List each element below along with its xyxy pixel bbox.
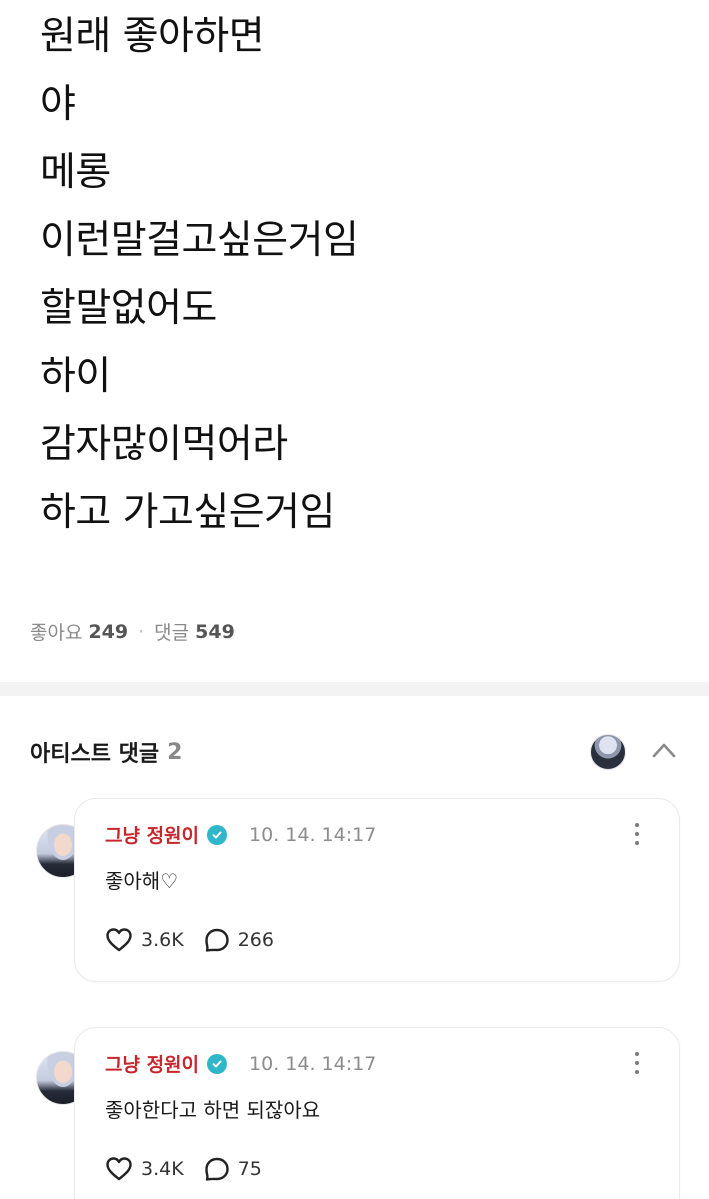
- post-body: 원래 좋아하면 야 메롱 이런말걸고싶은거임 할말없어도 하이 감자많이먹어라 …: [40, 0, 680, 547]
- stats-separator: ·: [138, 620, 145, 643]
- reply-count: 75: [237, 1158, 262, 1180]
- post-line: 하이: [40, 354, 111, 399]
- post-line: 메롱: [40, 150, 111, 195]
- more-vertical-icon[interactable]: [633, 1052, 641, 1078]
- more-vertical-icon[interactable]: [633, 823, 641, 849]
- post-line: 하고 가고싶은거임: [40, 490, 335, 535]
- comment-actions: 3.4K 75: [105, 1156, 282, 1182]
- likes-count[interactable]: 249: [88, 621, 128, 643]
- reply-count: 266: [237, 929, 274, 951]
- comment-text: 좋아해♡: [105, 869, 179, 893]
- comment-header: 그냥 정원이 10. 14. 14:17: [105, 821, 376, 848]
- like-count: 3.6K: [141, 929, 184, 951]
- comment-text: 좋아한다고 하면 되잖아요: [105, 1098, 321, 1122]
- likes-label[interactable]: 좋아요: [30, 618, 82, 645]
- post-line: 야: [40, 82, 76, 127]
- artist-comments-header: 아티스트 댓글 2: [30, 736, 182, 768]
- artist-comments-count: 2: [167, 739, 183, 765]
- comment-bubble-icon: [204, 928, 229, 952]
- section-divider: [0, 682, 709, 696]
- comments-count[interactable]: 549: [195, 621, 235, 643]
- comment-author-name[interactable]: 그냥 정원이: [105, 821, 199, 848]
- chevron-up-icon[interactable]: [650, 738, 678, 762]
- post-line: 원래 좋아하면: [40, 14, 265, 59]
- comment-bubble-icon: [204, 1157, 229, 1181]
- post-line: 할말없어도: [40, 286, 217, 331]
- post-stats: 좋아요 249 · 댓글 549: [30, 618, 235, 645]
- artist-avatar[interactable]: [590, 734, 626, 770]
- heart-icon: [106, 928, 132, 952]
- artist-comment-card: 그냥 정원이 10. 14. 14:17 좋아한다고 하면 되잖아요 3.4K …: [74, 1027, 680, 1199]
- comment-actions: 3.6K 266: [105, 927, 294, 953]
- comments-label[interactable]: 댓글: [154, 618, 189, 645]
- reply-button[interactable]: 266: [204, 927, 274, 953]
- post-line: 이런말걸고싶은거임: [40, 218, 359, 263]
- verified-badge-icon: [207, 824, 228, 845]
- heart-icon: [106, 1157, 132, 1181]
- page: 원래 좋아하면 야 메롱 이런말걸고싶은거임 할말없어도 하이 감자많이먹어라 …: [0, 0, 709, 1199]
- verified-badge-icon: [207, 1053, 228, 1074]
- comment-header: 그냥 정원이 10. 14. 14:17: [105, 1050, 376, 1077]
- artist-comment-card: 그냥 정원이 10. 14. 14:17 좋아해♡ 3.6K 266: [74, 798, 680, 982]
- like-button[interactable]: 3.6K: [105, 927, 184, 953]
- comment-author-name[interactable]: 그냥 정원이: [105, 1050, 199, 1077]
- reply-button[interactable]: 75: [204, 1156, 262, 1182]
- like-button[interactable]: 3.4K: [105, 1156, 184, 1182]
- comment-timestamp: 10. 14. 14:17: [249, 823, 377, 846]
- comment-timestamp: 10. 14. 14:17: [249, 1052, 377, 1075]
- like-count: 3.4K: [141, 1158, 184, 1180]
- post-line: 감자많이먹어라: [40, 422, 288, 467]
- artist-comments-title: 아티스트 댓글: [30, 742, 160, 767]
